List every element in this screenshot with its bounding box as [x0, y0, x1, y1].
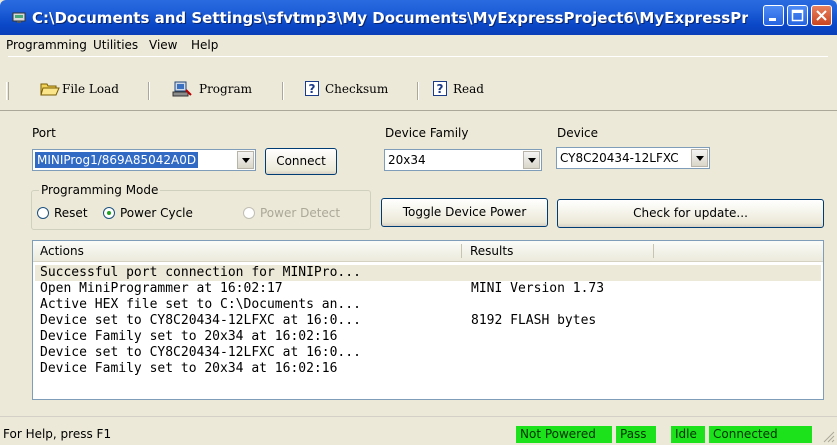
app-icon	[12, 12, 26, 23]
title-bar[interactable]: C:\Documents and Settings\sfvtmp3\My Doc…	[0, 0, 837, 35]
action-text: Device Family set to 20x34 at 16:02:16	[40, 329, 338, 344]
toolbar: File Load Program ? Checksum ? Read	[0, 56, 837, 108]
toolbar-grip[interactable]	[6, 82, 9, 100]
check-for-update-button[interactable]: Check for update...	[557, 199, 824, 228]
power-detect-radio-label: Power Detect	[260, 206, 341, 220]
list-header: Actions Results	[33, 241, 823, 262]
menu-programming[interactable]: Programming	[6, 38, 87, 52]
power-cycle-radio-label: Power Cycle	[120, 206, 193, 220]
radio-disabled-icon	[243, 207, 255, 219]
action-text: Device Family set to 20x34 at 16:02:16	[40, 361, 338, 376]
reset-radio-label: Reset	[54, 206, 88, 220]
close-button[interactable]	[811, 5, 832, 26]
maximize-icon	[791, 9, 804, 22]
column-divider[interactable]	[653, 244, 654, 258]
status-power: Not Powered	[516, 426, 612, 443]
action-text: Active HEX file set to C:\Documents an..…	[40, 297, 361, 312]
list-item[interactable]: Device Family set to 20x34 at 16:02:16	[35, 329, 821, 345]
port-label: Port	[32, 126, 56, 140]
program-icon	[172, 81, 192, 97]
results-column-header[interactable]: Results	[470, 244, 513, 258]
chevron-down-icon	[528, 158, 536, 163]
toolbar-top-edge	[8, 56, 828, 57]
status-help-text: For Help, press F1	[3, 427, 112, 441]
status-result: Pass	[616, 426, 656, 443]
device-family-select[interactable]: 20x34	[384, 149, 542, 171]
action-text: Device set to CY8C20434-12LFXC at 16:0..…	[40, 345, 361, 360]
resize-grip-icon[interactable]	[823, 431, 835, 443]
list-item[interactable]: Device set to CY8C20434-12LFXC at 16:0..…	[35, 345, 821, 361]
list-item[interactable]: Device set to CY8C20434-12LFXC at 16:0..…	[35, 313, 821, 329]
radio-unselected-icon	[37, 207, 49, 219]
radio-selected-icon	[103, 207, 115, 219]
status-state: Idle	[671, 426, 705, 443]
menu-help[interactable]: Help	[191, 38, 218, 52]
device-value: CY8C20434-12LFXC	[560, 151, 679, 165]
list-item[interactable]: Active HEX file set to C:\Documents an..…	[35, 297, 821, 313]
device-family-value: 20x34	[388, 153, 426, 167]
toolbar-divider	[0, 110, 837, 111]
file-load-label: File Load	[62, 82, 119, 96]
programming-mode-title: Programming Mode	[39, 183, 161, 197]
action-text: Successful port connection for MINIPro..…	[40, 265, 361, 280]
list-item[interactable]: Successful port connection for MINIPro..…	[35, 265, 821, 281]
connect-button[interactable]: Connect	[265, 148, 337, 175]
menu-bar: Programming Utilities View Help	[0, 35, 837, 55]
port-value: MINIProg1/869A85042A0D	[35, 152, 199, 168]
toggle-device-power-button[interactable]: Toggle Device Power	[381, 198, 548, 227]
device-select[interactable]: CY8C20434-12LFXC	[556, 147, 710, 169]
action-text: Device set to CY8C20434-12LFXC at 16:0..…	[40, 313, 361, 328]
port-dropdown-button[interactable]	[237, 151, 254, 169]
result-text: 8192 FLASH bytes	[471, 313, 597, 328]
read-button[interactable]: ? Read	[433, 80, 503, 100]
status-bar: For Help, press F1 Not Powered Pass Idle…	[0, 416, 837, 445]
device-label: Device	[557, 126, 599, 140]
list-item[interactable]: Open MiniProgrammer at 16:02:17 MINI Ver…	[35, 281, 821, 297]
device-family-dropdown-button[interactable]	[523, 151, 540, 169]
device-family-label: Device Family	[385, 126, 469, 140]
toolbar-separator	[282, 82, 284, 100]
list-item[interactable]: Device Family set to 20x34 at 16:02:16	[35, 361, 821, 377]
minimize-icon	[769, 18, 776, 21]
read-label: Read	[453, 82, 484, 96]
checksum-label: Checksum	[325, 82, 389, 96]
toolbar-separator	[148, 82, 150, 100]
menu-utilities[interactable]: Utilities	[93, 38, 138, 52]
chevron-down-icon	[242, 158, 250, 163]
maximize-button[interactable]	[787, 5, 808, 26]
minimize-button[interactable]	[763, 5, 784, 26]
help-question-icon: ?	[433, 81, 447, 96]
result-text: MINI Version 1.73	[471, 281, 605, 296]
file-load-button[interactable]: File Load	[40, 80, 130, 100]
help-question-icon: ?	[305, 81, 319, 96]
window-title: C:\Documents and Settings\sfvtmp3\My Doc…	[32, 9, 748, 27]
close-icon	[816, 10, 827, 21]
actions-column-header[interactable]: Actions	[40, 244, 84, 258]
action-text: Open MiniProgrammer at 16:02:17	[40, 281, 283, 296]
menu-view[interactable]: View	[149, 38, 177, 52]
program-button[interactable]: Program	[172, 80, 262, 100]
chevron-down-icon	[696, 156, 704, 161]
actions-list[interactable]: Actions Results Successful port connecti…	[32, 240, 824, 400]
device-dropdown-button[interactable]	[691, 149, 708, 167]
program-label: Program	[199, 82, 252, 96]
port-select[interactable]: MINIProg1/869A85042A0D	[32, 149, 256, 171]
column-divider[interactable]	[461, 244, 462, 258]
status-connection: Connected	[709, 426, 812, 443]
folder-open-icon	[40, 83, 60, 96]
toolbar-separator	[417, 82, 419, 100]
checksum-button[interactable]: ? Checksum	[305, 80, 405, 100]
